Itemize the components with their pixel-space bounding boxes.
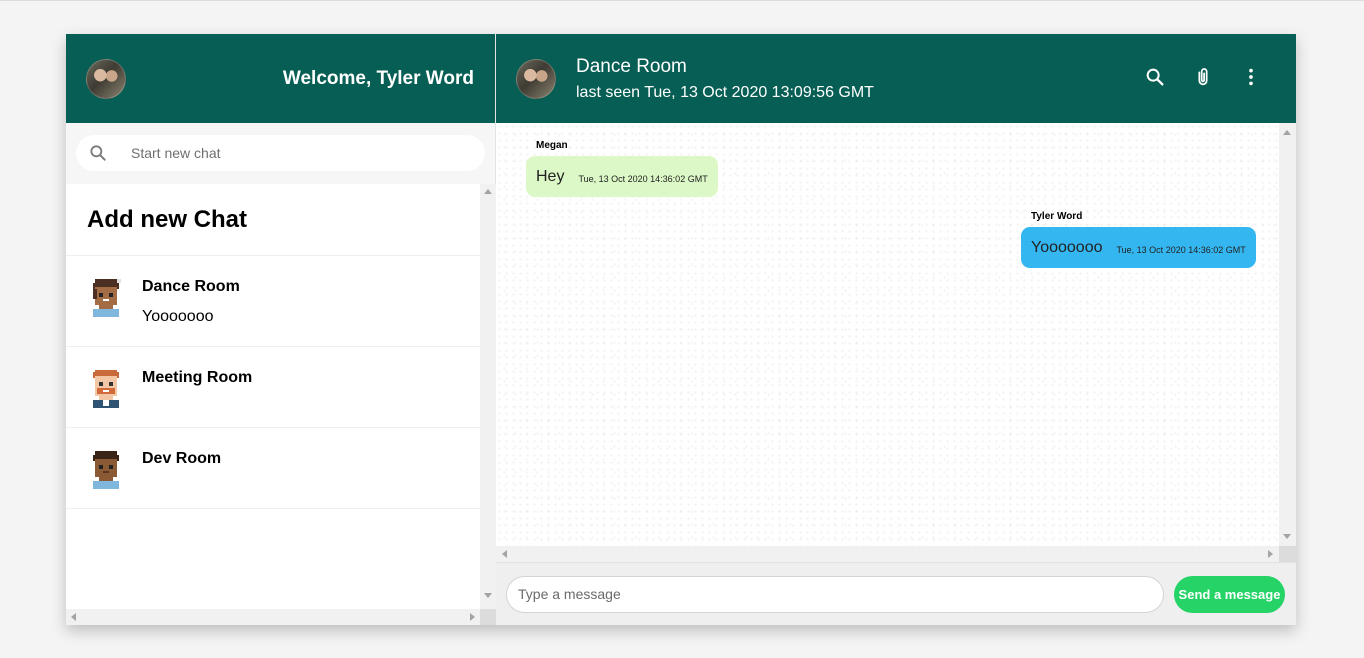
- sidebar-horizontal-scrollbar[interactable]: [66, 609, 480, 625]
- chat-item-last-message: Yooooooo: [142, 308, 214, 325]
- message-area: Megan Hey Tue, 13 Oct 2020 14:36:02 GMT …: [496, 123, 1279, 546]
- sidebar-header: Welcome, Tyler Word: [66, 34, 495, 123]
- message-timestamp: Tue, 13 Oct 2020 14:36:02 GMT: [578, 173, 708, 184]
- search-container: [66, 123, 495, 184]
- message-input[interactable]: [506, 575, 1164, 613]
- chat-item-name: Meeting Room: [142, 369, 253, 386]
- message-text: Yooooooo: [1031, 238, 1103, 256]
- user-avatar[interactable]: [86, 58, 126, 99]
- chat-list: Add new Chat Dance Room Yooooooo Meeting…: [66, 184, 480, 609]
- chat-item-name: Dance Room: [142, 278, 240, 295]
- sidebar-vertical-scrollbar[interactable]: [480, 184, 496, 609]
- pixel-avatar-icon: [93, 370, 119, 408]
- message-sent: Tyler Word Yooooooo Tue, 13 Oct 2020 14:…: [1021, 211, 1256, 268]
- scrollbar-corner: [1279, 546, 1296, 562]
- message-sender: Megan: [536, 140, 568, 151]
- chat-panel: Dance Room last seen Tue, 13 Oct 2020 13…: [496, 34, 1296, 625]
- room-title: Dance Room: [576, 55, 687, 77]
- search-box[interactable]: [76, 135, 485, 171]
- message-bubble: Yooooooo Tue, 13 Oct 2020 14:36:02 GMT: [1021, 227, 1256, 268]
- scroll-right-arrow-icon[interactable]: [1268, 550, 1273, 558]
- add-new-chat-button[interactable]: Add new Chat: [66, 184, 480, 256]
- message-sender: Tyler Word: [1031, 211, 1083, 222]
- last-seen: last seen Tue, 13 Oct 2020 13:09:56 GMT: [576, 83, 874, 101]
- room-avatar[interactable]: [516, 58, 556, 99]
- chat-app: Welcome, Tyler Word Add new Chat: [66, 34, 1296, 625]
- scroll-left-arrow-icon[interactable]: [71, 613, 76, 621]
- chat-item-dance-room[interactable]: Dance Room Yooooooo: [66, 256, 480, 347]
- chat-header: Dance Room last seen Tue, 13 Oct 2020 13…: [496, 34, 1296, 123]
- pixel-avatar-icon: [93, 279, 121, 317]
- message-bubble: Hey Tue, 13 Oct 2020 14:36:02 GMT: [526, 156, 718, 197]
- browser-top-border: [0, 0, 1364, 1]
- scroll-left-arrow-icon[interactable]: [502, 550, 507, 558]
- search-input[interactable]: [131, 145, 451, 161]
- scroll-down-arrow-icon[interactable]: [484, 593, 492, 598]
- search-icon[interactable]: [1144, 66, 1166, 88]
- scrollbar-corner: [480, 609, 496, 625]
- welcome-text: Welcome, Tyler Word: [282, 67, 474, 89]
- message-text: Hey: [536, 167, 565, 185]
- chat-item-name: Dev Room: [142, 450, 222, 467]
- sidebar: Welcome, Tyler Word Add new Chat: [66, 34, 496, 625]
- scroll-right-arrow-icon[interactable]: [470, 613, 475, 621]
- message-received: Megan Hey Tue, 13 Oct 2020 14:36:02 GMT: [526, 140, 718, 197]
- message-composer: Send a message: [496, 562, 1296, 625]
- send-message-button[interactable]: Send a message: [1174, 575, 1285, 613]
- more-vertical-icon[interactable]: [1240, 66, 1262, 88]
- message-timestamp: Tue, 13 Oct 2020 14:36:02 GMT: [1116, 244, 1246, 255]
- scroll-up-arrow-icon[interactable]: [1283, 130, 1291, 135]
- chat-vertical-scrollbar[interactable]: [1279, 123, 1296, 546]
- scroll-down-arrow-icon[interactable]: [1283, 534, 1291, 539]
- chat-item-meeting-room[interactable]: Meeting Room: [66, 347, 480, 428]
- chat-item-dev-room[interactable]: Dev Room: [66, 428, 480, 509]
- paperclip-icon[interactable]: [1192, 66, 1214, 88]
- chat-horizontal-scrollbar[interactable]: [496, 546, 1279, 562]
- pixel-avatar-icon: [93, 451, 119, 489]
- header-actions: [1144, 66, 1262, 88]
- search-icon: [90, 145, 106, 161]
- scroll-up-arrow-icon[interactable]: [484, 189, 492, 194]
